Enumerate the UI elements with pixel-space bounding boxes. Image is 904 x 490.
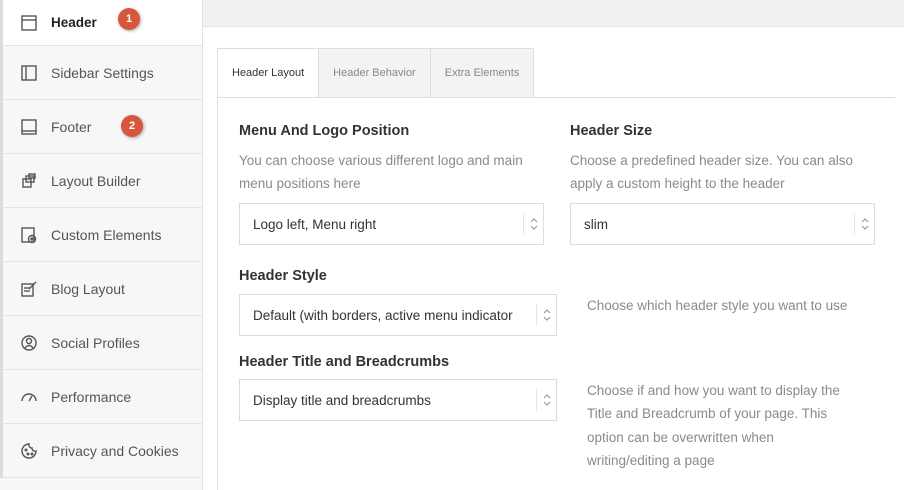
settings-panel: Menu And Logo Position You can choose va…: [217, 97, 895, 490]
sidebar-item-layout-builder[interactable]: Layout Builder: [0, 154, 202, 208]
header-title-select[interactable]: Display title and breadcrumbs: [239, 379, 557, 421]
menu-logo-desc-line1: You can choose various different logo an…: [239, 153, 523, 168]
sidebar-item-label: Social Profiles: [51, 334, 140, 351]
menu-logo-select-value: Logo left, Menu right: [253, 216, 377, 232]
header-style-desc: Choose which header style you want to us…: [587, 298, 848, 313]
sidebar-item-label: Privacy and Cookies: [51, 442, 179, 459]
tab-extra-elements[interactable]: Extra Elements: [430, 48, 535, 98]
tab-header-behavior[interactable]: Header Behavior: [319, 48, 431, 98]
sidebar-layout-icon: [19, 63, 39, 83]
header-style-select[interactable]: Default (with borders, active menu indic…: [239, 294, 557, 336]
blog-edit-icon: [19, 279, 39, 299]
select-arrows-icon: [536, 389, 556, 411]
select-arrows-icon: [523, 213, 543, 235]
sidebar-item-performance[interactable]: Performance: [0, 370, 202, 424]
header-style-title: Header Style: [239, 268, 327, 284]
header-title-desc-line1: Choose if and how you want to display th…: [587, 383, 840, 398]
step-badge: 2: [121, 115, 143, 137]
custom-elements-icon: [19, 225, 39, 245]
top-band: [203, 0, 904, 27]
sidebar-item-blog-layout[interactable]: Blog Layout: [0, 262, 202, 316]
main-content: Header Layout Header Behavior Extra Elem…: [203, 27, 904, 490]
header-title-title: Header Title and Breadcrumbs: [239, 354, 450, 370]
layout-builder-icon: [19, 171, 39, 191]
header-layout-icon: [19, 13, 39, 33]
header-title-desc-line3: option can be overwritten when: [587, 430, 774, 445]
tab-header-layout[interactable]: Header Layout: [217, 48, 320, 98]
sidebar-item-custom-elements[interactable]: Custom Elements: [0, 208, 202, 262]
header-title-select-value: Display title and breadcrumbs: [253, 392, 431, 408]
header-size-desc-line1: Choose a predefined header size. You can…: [570, 153, 853, 168]
header-style-select-value: Default (with borders, active menu indic…: [253, 307, 513, 323]
header-size-select[interactable]: slim: [570, 203, 875, 245]
sidebar-item-label: Blog Layout: [51, 280, 125, 297]
header-size-select-value: slim: [584, 216, 608, 232]
sidebar-item-label: Custom Elements: [51, 226, 162, 243]
sidebar-item-label: Footer: [51, 118, 92, 135]
header-title-desc-line4: writing/editing a page: [587, 453, 715, 468]
menu-logo-title: Menu And Logo Position: [239, 123, 410, 139]
settings-sidebar: Header 1 Sidebar Settings Footer 2 Layou…: [0, 0, 203, 490]
cookie-icon: [19, 441, 39, 461]
performance-gauge-icon: [19, 387, 39, 407]
sidebar-item-sidebar-settings[interactable]: Sidebar Settings: [0, 46, 202, 100]
select-arrows-icon: [854, 213, 874, 235]
sidebar-item-label: Sidebar Settings: [51, 64, 154, 81]
sidebar-item-label: Layout Builder: [51, 172, 141, 189]
sidebar-item-label: Performance: [51, 388, 132, 405]
sidebar-item-header[interactable]: Header 1: [0, 0, 202, 46]
step-badge: 1: [118, 8, 140, 30]
footer-layout-icon: [19, 117, 39, 137]
tab-bar: Header Layout Header Behavior Extra Elem…: [217, 48, 535, 98]
sidebar-item-social-profiles[interactable]: Social Profiles: [0, 316, 202, 370]
select-arrows-icon: [536, 304, 556, 326]
sidebar-item-privacy-cookies[interactable]: Privacy and Cookies: [0, 424, 202, 478]
header-title-desc-line2: Title and Breadcrumb of your page. This: [587, 406, 828, 421]
header-size-desc-line2: apply a custom height to the header: [570, 176, 785, 191]
header-size-title: Header Size: [570, 123, 653, 139]
sidebar-item-label: Header: [51, 15, 97, 30]
social-profile-icon: [19, 333, 39, 353]
menu-logo-desc-line2: menu positions here: [239, 176, 361, 191]
sidebar-item-footer[interactable]: Footer 2: [0, 100, 202, 154]
menu-logo-select[interactable]: Logo left, Menu right: [239, 203, 544, 245]
